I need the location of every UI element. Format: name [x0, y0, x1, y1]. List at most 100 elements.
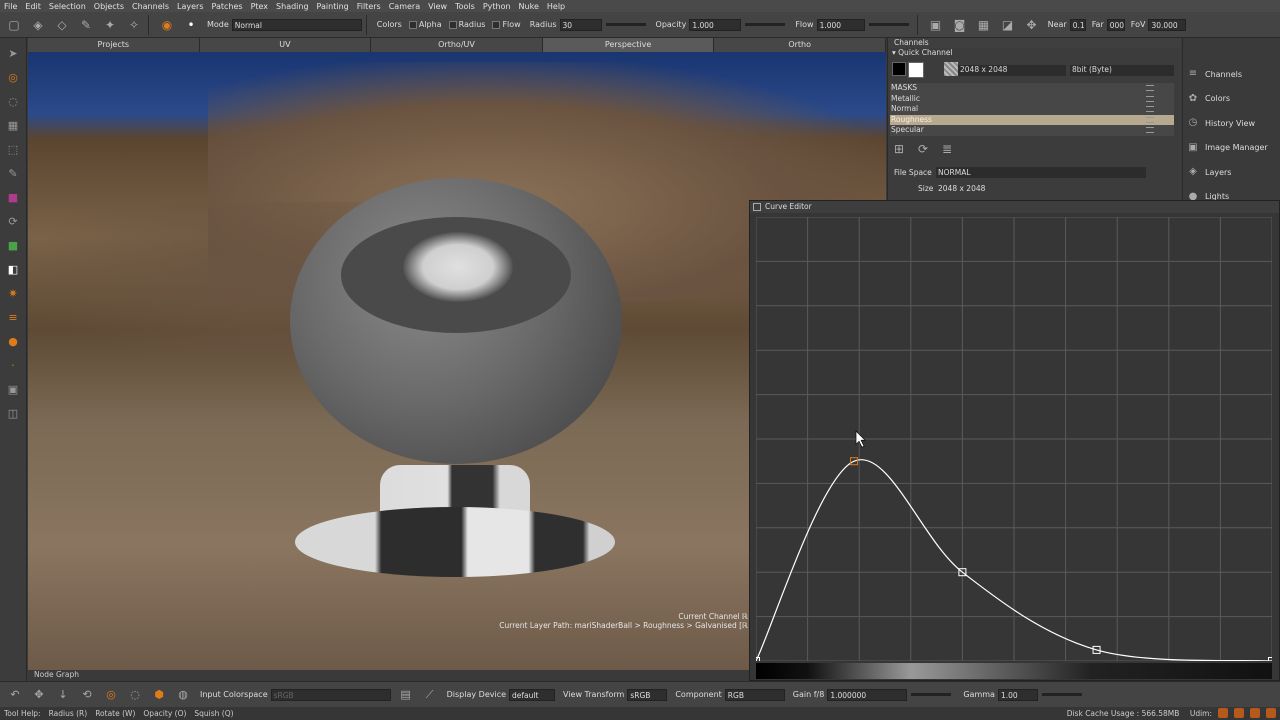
dock-item-history-view[interactable]: ◷ History View [1187, 117, 1255, 129]
clone-icon[interactable]: ✎ [76, 15, 96, 35]
shader-icon[interactable]: ⬢ [150, 686, 168, 704]
foreground-background-icon[interactable]: ◧ [4, 260, 22, 278]
opacity-slider[interactable] [745, 23, 786, 26]
status-icon-2[interactable] [1234, 708, 1244, 718]
menu-selection[interactable]: Selection [49, 2, 86, 11]
radius-input[interactable]: 30 [559, 18, 602, 31]
select-icon[interactable]: ➤ [4, 44, 22, 62]
flow-slider[interactable] [868, 23, 909, 26]
display-device-select[interactable]: default [509, 688, 556, 701]
radius-checkbox[interactable] [448, 20, 457, 29]
flow-checkbox[interactable] [492, 20, 501, 29]
layers-icon[interactable]: ≡ [4, 308, 22, 326]
status-icon-3[interactable] [1250, 708, 1260, 718]
foreground-color-swatch[interactable] [908, 62, 924, 78]
snapshot-icon[interactable]: ▣ [4, 380, 22, 398]
new-icon[interactable]: ▢ [4, 15, 24, 35]
smear-icon[interactable]: ✦ [100, 15, 120, 35]
input-colorspace-select[interactable]: sRGB [270, 688, 391, 701]
menu-ptex[interactable]: Ptex [251, 2, 268, 11]
color-swatch-icon[interactable]: ■ [4, 188, 22, 206]
fov-input[interactable]: 30.000 [1148, 18, 1187, 31]
radius-slider[interactable] [605, 23, 646, 26]
menu-help[interactable]: Help [547, 2, 565, 11]
status-icon-4[interactable] [1266, 708, 1276, 718]
grid-icon[interactable]: ▦ [974, 15, 994, 35]
tab-perspective[interactable]: Perspective [542, 38, 715, 52]
menu-painting[interactable]: Painting [317, 2, 349, 11]
quick-channel-size-select[interactable]: 2048 x 2048 [958, 65, 1066, 76]
refresh-icon[interactable]: ⟳ [916, 142, 930, 156]
menu-view[interactable]: View [428, 2, 447, 11]
file-space-select[interactable]: NORMAL [936, 167, 1146, 178]
view-transform-select[interactable]: sRGB [627, 688, 668, 701]
patch-icon[interactable]: ▦ [4, 116, 22, 134]
projection-icon[interactable]: ◌ [4, 92, 22, 110]
status-icon-1[interactable] [1218, 708, 1228, 718]
drag-handle-icon[interactable] [1146, 106, 1154, 112]
tab-ortho-uv[interactable]: Ortho/UV [371, 38, 543, 52]
eyedropper-icon[interactable]: ✎ [4, 164, 22, 182]
channel-settings-icon[interactable]: ≣ [940, 142, 954, 156]
dock-item-channels[interactable]: ≡ Channels [1187, 68, 1242, 80]
menu-file[interactable]: File [4, 2, 17, 11]
undo-icon[interactable]: ↶ [6, 686, 24, 704]
document-icon[interactable]: ▤ [397, 686, 415, 704]
curve-plot[interactable] [756, 217, 1272, 661]
component-select[interactable]: RGB [724, 688, 785, 701]
tab-projects[interactable]: Projects [28, 38, 200, 52]
far-input[interactable]: 000 [1106, 18, 1125, 31]
dot-icon[interactable]: · [4, 356, 22, 374]
gamma-input[interactable]: 1.00 [997, 688, 1038, 701]
colorspace-icon[interactable]: ◍ [174, 686, 192, 704]
drag-handle-icon[interactable] [1146, 85, 1154, 91]
menu-camera[interactable]: Camera [389, 2, 420, 11]
tab-uv[interactable]: UV [199, 38, 372, 52]
quick-channel-depth-select[interactable]: 8bit (Byte) [1070, 65, 1174, 76]
transform-icon[interactable]: ⟳ [4, 212, 22, 230]
gain-slider[interactable] [911, 693, 952, 696]
paint-icon[interactable]: ◎ [4, 68, 22, 86]
curve-icon[interactable]: ⟋ [421, 686, 439, 704]
blur-icon[interactable]: ✧ [124, 15, 144, 35]
quick-channel-header[interactable]: ▾ Quick Channel [888, 48, 1181, 58]
projector-icon[interactable]: ◙ [950, 15, 970, 35]
channel-item-metallic[interactable]: Metallic [890, 93, 1174, 104]
lasso-icon[interactable]: ◎ [102, 686, 120, 704]
brush-tip-icon[interactable]: • [181, 15, 201, 35]
menu-layers[interactable]: Layers [177, 2, 203, 11]
channel-item-specular[interactable]: Specular [890, 125, 1174, 136]
near-input[interactable]: 0.1 [1069, 18, 1086, 31]
menu-filters[interactable]: Filters [357, 2, 381, 11]
drag-handle-icon[interactable] [1146, 127, 1154, 133]
mode-select[interactable]: Normal [231, 18, 362, 31]
menu-channels[interactable]: Channels [132, 2, 169, 11]
channel-item-masks[interactable]: MASKS [890, 83, 1174, 94]
gamma-slider[interactable] [1041, 693, 1082, 696]
channel-item-roughness[interactable]: Roughness [890, 114, 1174, 125]
frame-icon[interactable]: ◫ [4, 404, 22, 422]
menu-shading[interactable]: Shading [276, 2, 309, 11]
green-swatch-icon[interactable]: ■ [4, 236, 22, 254]
flow-input[interactable]: 1.000 [816, 18, 865, 31]
move-icon[interactable]: ✥ [30, 686, 48, 704]
transform-icon[interactable]: ✥ [1022, 15, 1042, 35]
paint-bucket-icon[interactable]: ◈ [28, 15, 48, 35]
checker-swatch-icon[interactable] [944, 62, 958, 76]
project-icon[interactable]: ◪ [998, 15, 1018, 35]
menu-edit[interactable]: Edit [25, 2, 41, 11]
circle-select-icon[interactable]: ◌ [126, 686, 144, 704]
menu-python[interactable]: Python [483, 2, 511, 11]
drag-handle-icon[interactable] [1146, 116, 1154, 123]
drag-handle-icon[interactable] [1146, 95, 1154, 102]
menu-nuke[interactable]: Nuke [519, 2, 539, 11]
eraser-icon[interactable]: ◇ [52, 15, 72, 35]
add-channel-icon[interactable]: ⊞ [892, 142, 906, 156]
dock-item-layers[interactable]: ◈ Layers [1187, 166, 1231, 178]
menu-objects[interactable]: Objects [94, 2, 124, 11]
close-icon[interactable] [753, 203, 761, 211]
camera-icon[interactable]: ▣ [926, 15, 946, 35]
brush-icon[interactable]: ✷ [4, 284, 22, 302]
brush-preset-icon[interactable]: ◉ [157, 15, 177, 35]
menu-tools[interactable]: Tools [455, 2, 475, 11]
